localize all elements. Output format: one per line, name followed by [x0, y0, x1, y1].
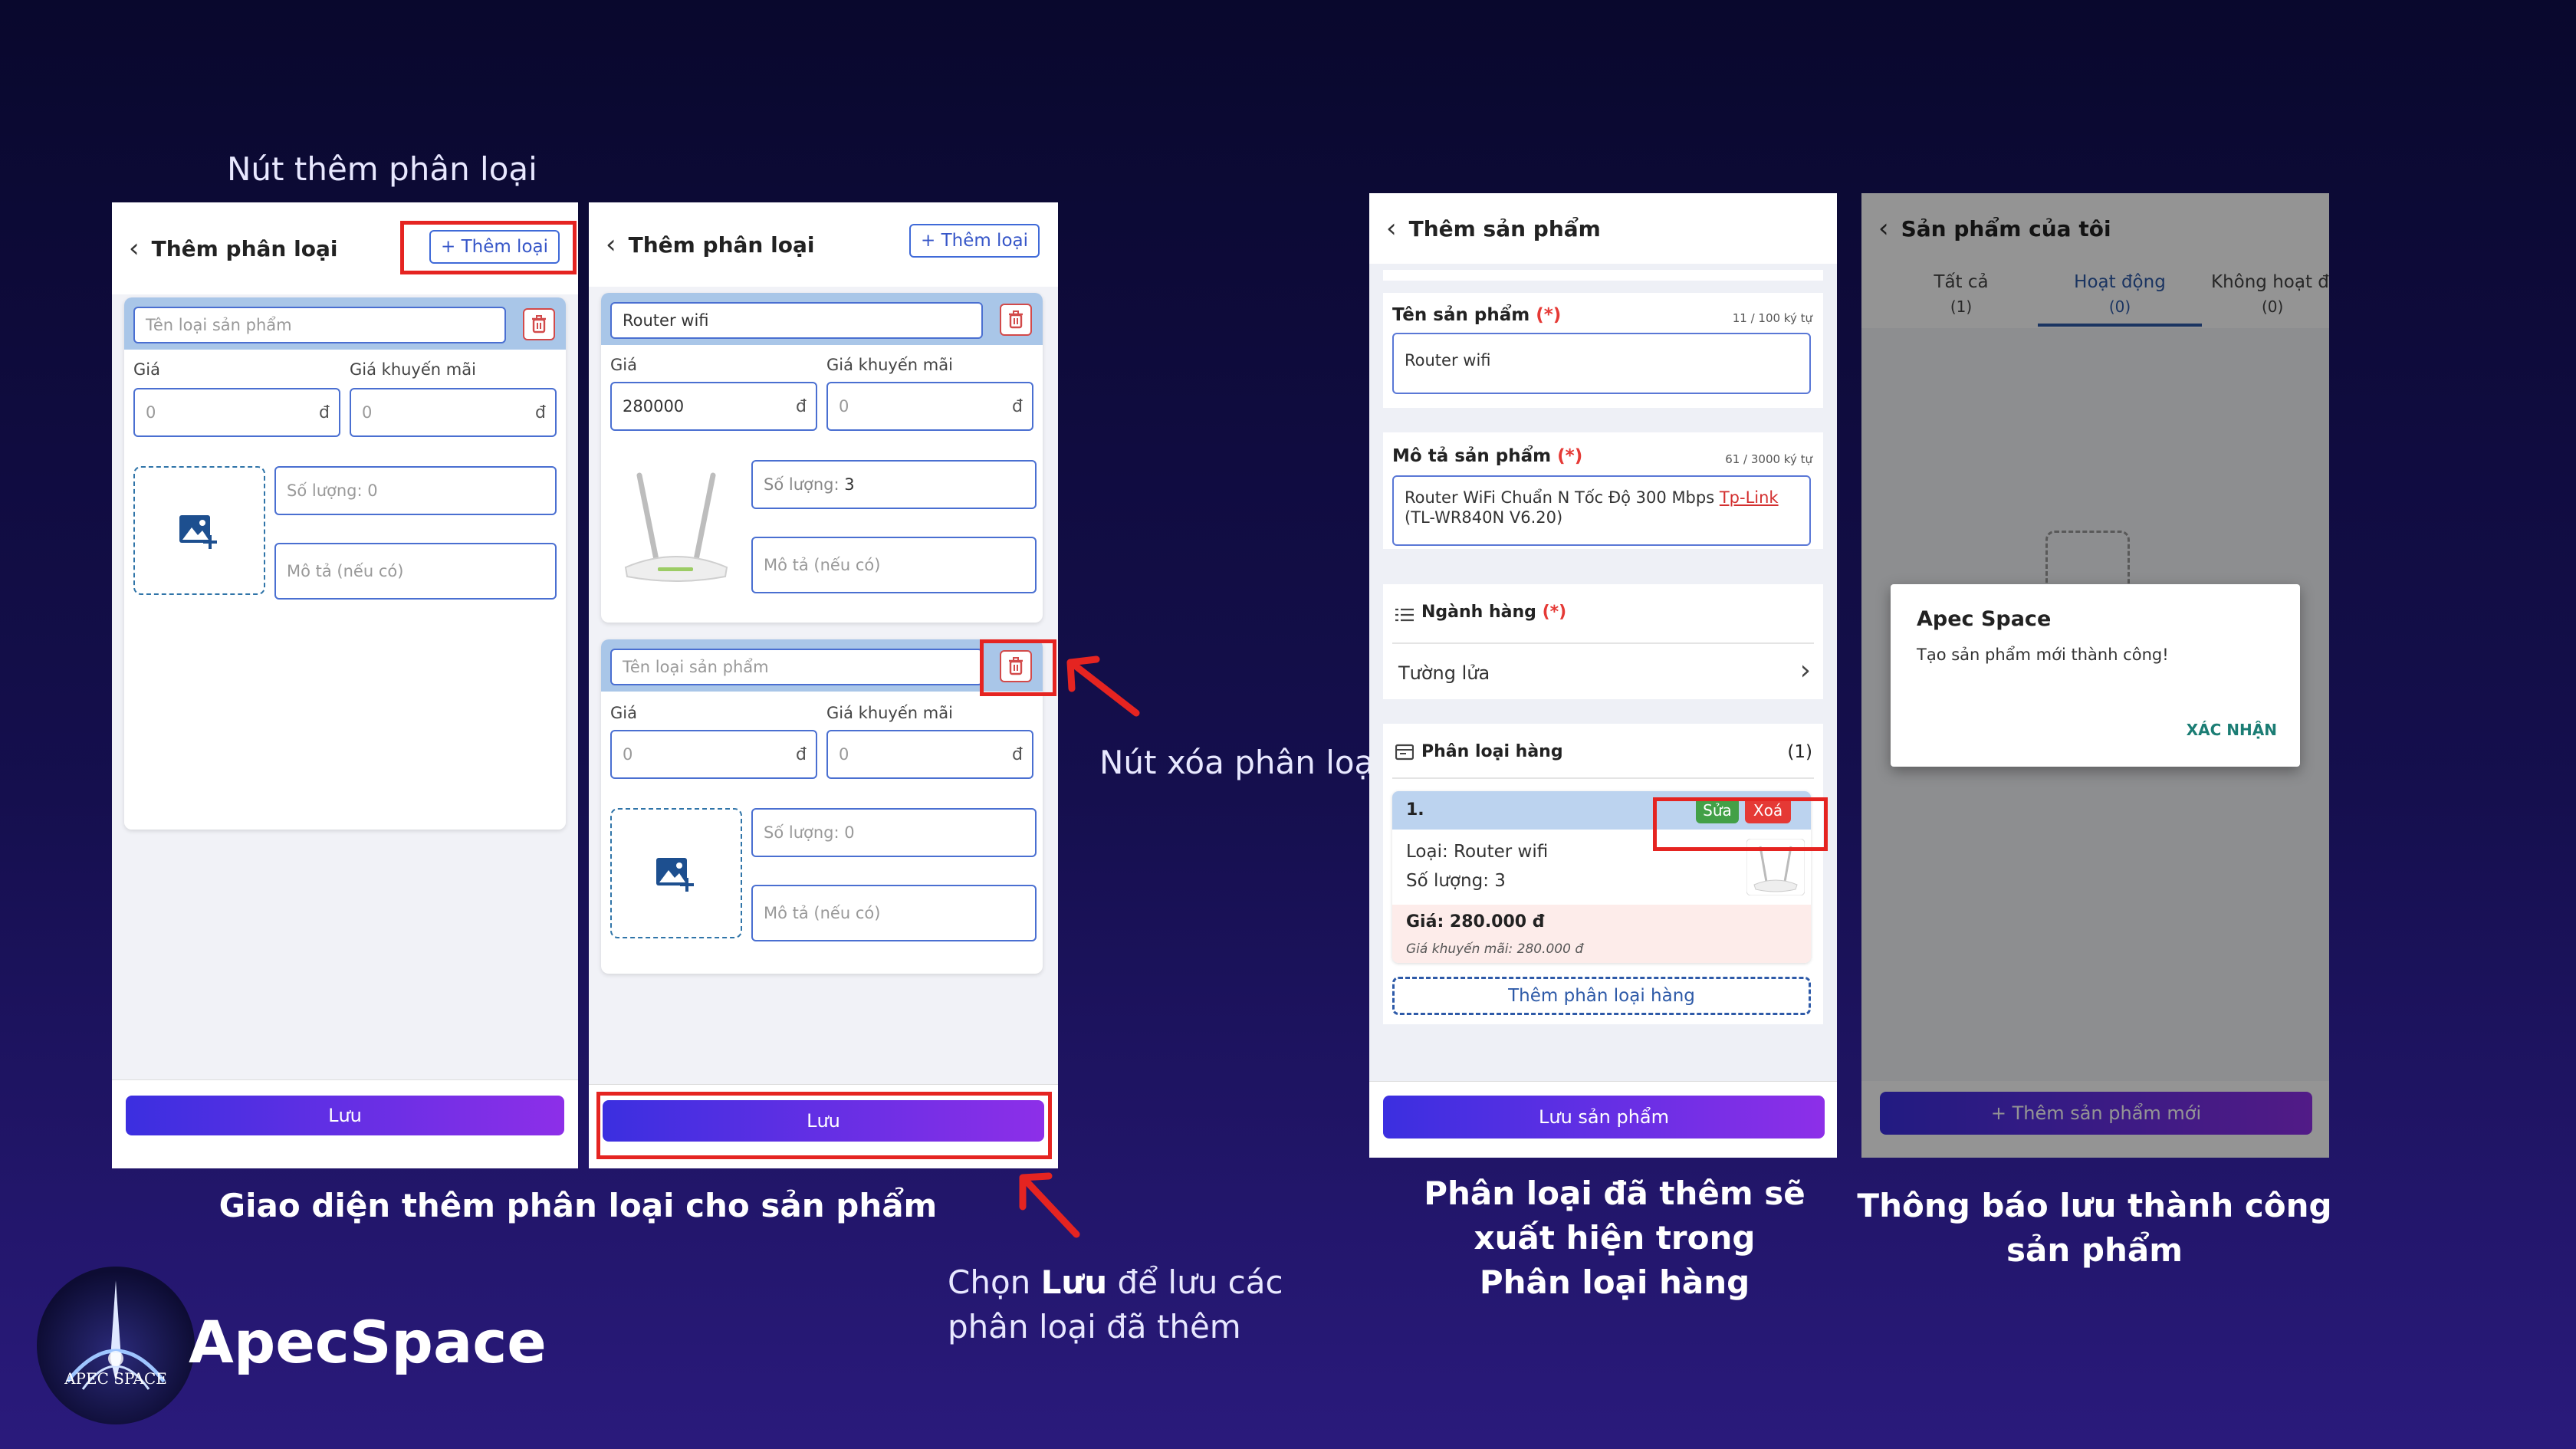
image-upload-box[interactable] [133, 466, 265, 595]
trash-icon [532, 315, 546, 334]
save-bar: Lưu [112, 1079, 578, 1168]
price-input[interactable]: 0đ [133, 388, 340, 437]
delete-variant-note: Nút xóa phân loại [1099, 744, 1383, 781]
highlight-save-button [596, 1092, 1052, 1159]
highlight-add-variant [400, 221, 577, 274]
category-section: Ngành hàng (*) Tường lửa › [1383, 584, 1823, 699]
caption-save-success: Thông báo lưu thành công sản phẩm [1857, 1187, 2332, 1269]
save-product-button[interactable]: Lưu sản phẩm [1383, 1096, 1825, 1138]
highlight-edit-delete [1653, 797, 1828, 851]
variant-name-input[interactable]: Router wifi [610, 302, 983, 339]
variant-card: Tên loại sản phẩm Giá Giá khuyến mãi 0đ … [601, 639, 1043, 974]
quantity-input[interactable]: Số lượng: 0 [751, 808, 1037, 857]
back-arrow-icon[interactable]: ‹ [129, 235, 140, 261]
confirm-button[interactable]: XÁC NHẬN [2187, 721, 2277, 739]
price-input[interactable]: 0đ [610, 730, 817, 779]
screen-add-variant-empty: ‹ Thêm phân loại + Thêm loại Tên loại sả… [112, 202, 578, 1168]
rocket-logo-icon [66, 1280, 166, 1390]
delete-variant-button[interactable] [523, 308, 555, 340]
variants-icon [1395, 744, 1414, 761]
description-input[interactable]: Mô tả (nếu có) [751, 537, 1037, 593]
delete-variant-button[interactable] [1000, 304, 1032, 336]
dialog-title: Apec Space [1917, 607, 2052, 631]
router-image [624, 472, 728, 582]
caption-variant-ui: Giao diện thêm phân loại cho sản phẩm [219, 1187, 938, 1224]
save-note: Chọn Lưu để lưu các phân loại đã thêm [948, 1263, 1283, 1346]
list-icon [1395, 608, 1414, 622]
price-label: Giá [610, 356, 637, 374]
add-variant-note: Nút thêm phân loại [227, 150, 537, 188]
page-title: Thêm phân loại [628, 232, 815, 258]
page-title: Thêm sản phẩm [1408, 215, 1601, 242]
caption-variants-appear: Phân loại đã thêm sẽ xuất hiện trong Phâ… [1424, 1175, 1806, 1301]
quantity-input[interactable]: Số lượng: 3 [751, 460, 1037, 509]
add-variant-button[interactable]: + Thêm loại [909, 224, 1040, 258]
variant-card: Tên loại sản phẩm Giá Giá khuyến mãi 0đ … [124, 297, 566, 830]
brand-logo: APEC SPACE [37, 1267, 195, 1424]
quantity-input[interactable]: Số lượng: 0 [274, 466, 557, 515]
back-arrow-icon[interactable]: ‹ [606, 232, 616, 258]
description-input[interactable]: Mô tả (nếu có) [274, 543, 557, 600]
add-image-icon [179, 515, 217, 549]
product-name-input[interactable]: Router wifi [1392, 333, 1811, 394]
back-arrow-icon[interactable]: ‹ [1386, 215, 1397, 242]
product-desc-section: Mô tả sản phẩm (*) 61 / 3000 ký tự Route… [1383, 432, 1823, 549]
price-label: Giá [610, 704, 637, 722]
arrow-to-delete-icon [1066, 656, 1140, 717]
image-upload-box[interactable] [610, 808, 742, 938]
trash-icon [1009, 310, 1023, 329]
variant-name-input[interactable]: Tên loại sản phẩm [133, 307, 506, 343]
save-button[interactable]: Lưu [126, 1096, 564, 1135]
promo-price-label: Giá khuyến mãi [826, 356, 953, 374]
screen-add-product: ‹ Thêm sản phẩm Tên sản phẩm (*) 11 / 10… [1369, 193, 1837, 1158]
promo-price-input[interactable]: 0đ [350, 388, 557, 437]
category-select[interactable]: Tường lửa › [1383, 646, 1823, 696]
success-dialog: Apec Space Tạo sản phẩm mới thành công! … [1891, 584, 2300, 767]
price-input[interactable]: 280000 đ [610, 382, 817, 431]
product-name-section: Tên sản phẩm (*) 11 / 100 ký tự Router w… [1383, 293, 1823, 408]
variant-name-input[interactable]: Tên loại sản phẩm [610, 649, 983, 685]
page-title: Thêm phân loại [151, 235, 338, 261]
highlight-delete-variant [980, 639, 1056, 696]
brand-name: ApecSpace [189, 1308, 547, 1376]
price-label: Giá [133, 360, 160, 379]
add-variant-link[interactable]: Thêm phân loại hàng [1392, 977, 1811, 1015]
screen3-header: ‹ Thêm sản phẩm [1369, 193, 1837, 264]
description-input[interactable]: Mô tả (nếu có) [751, 885, 1037, 941]
promo-price-label: Giá khuyến mãi [350, 360, 476, 379]
promo-price-input[interactable]: 0đ [826, 730, 1033, 779]
promo-price-input[interactable]: 0đ [826, 382, 1033, 431]
add-image-icon [656, 858, 694, 892]
product-desc-input[interactable]: Router WiFi Chuẩn N Tốc Độ 300 Mbps Tp-L… [1392, 475, 1811, 546]
promo-price-label: Giá khuyến mãi [826, 704, 953, 722]
variants-section: Phân loại hàng (1) 1. Sửa Xoá Loại: Rout… [1383, 724, 1823, 1024]
save-bar: Lưu sản phẩm [1369, 1081, 1837, 1158]
arrow-to-save-icon [1019, 1172, 1080, 1238]
dialog-message: Tạo sản phẩm mới thành công! [1917, 646, 2169, 664]
product-image[interactable] [610, 460, 742, 589]
variant-card: Router wifi Giá Giá khuyến mãi 280000 đ 0… [601, 293, 1043, 623]
screen-my-products: ‹ Sản phẩm của tôi Tất cả (1) Hoạt động (0… [1861, 193, 2329, 1158]
chevron-right-icon: › [1799, 655, 1811, 686]
